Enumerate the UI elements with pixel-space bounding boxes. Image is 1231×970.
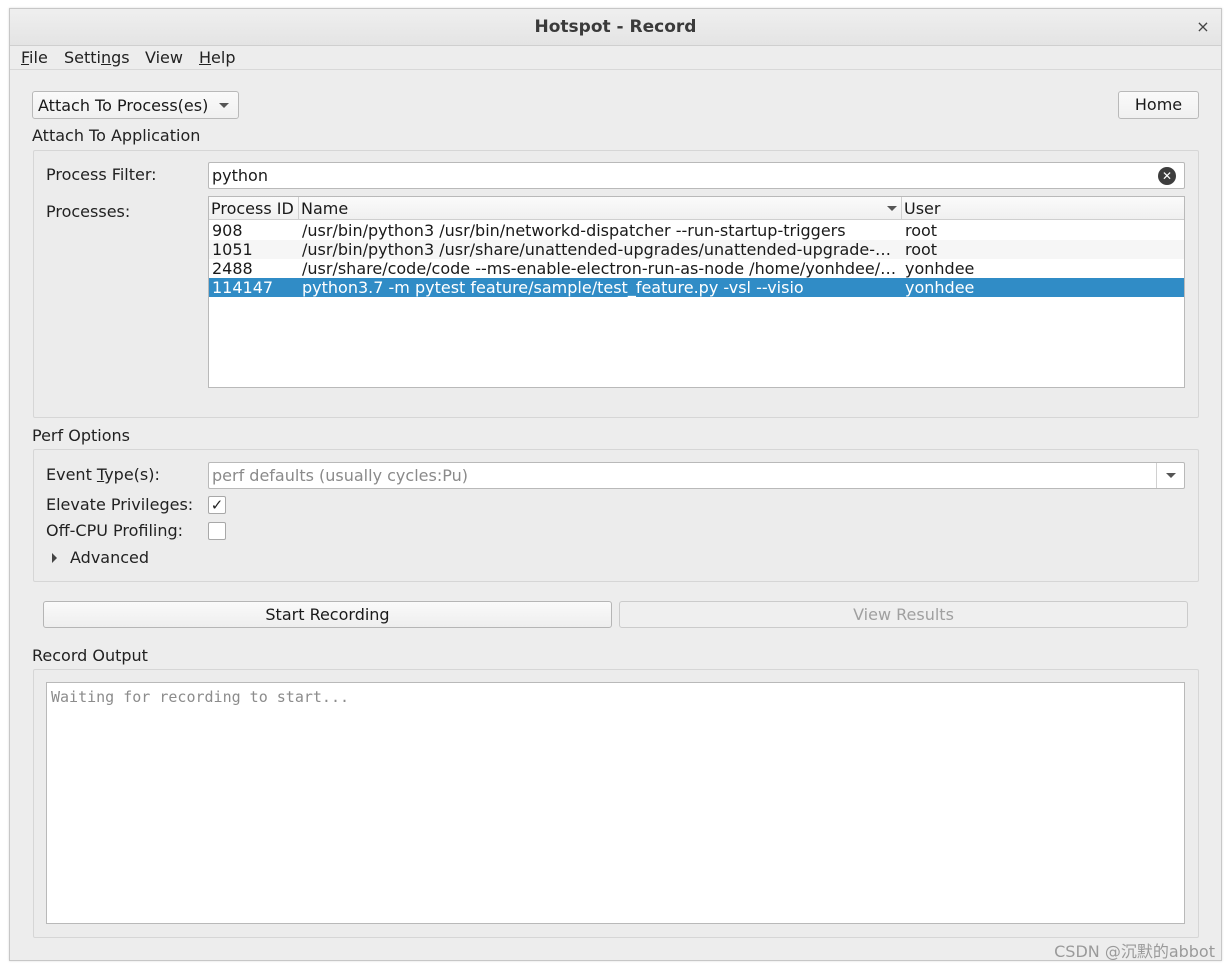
- watermark: CSDN @沉默的abbot: [1054, 942, 1215, 961]
- record-output-textarea[interactable]: Waiting for recording to start...: [46, 682, 1185, 924]
- column-header-pid[interactable]: Process ID: [209, 197, 299, 220]
- expand-arrow-icon[interactable]: [52, 553, 57, 563]
- table-header: Process ID Name User: [209, 197, 1184, 220]
- name-cell: /usr/bin/python3 /usr/bin/networkd-dispa…: [302, 221, 846, 240]
- table-row[interactable]: 1051 /usr/bin/python3 /usr/share/unatten…: [209, 240, 1184, 259]
- pid-cell: 1051: [212, 240, 253, 259]
- title-bar[interactable]: Hotspot - Record ×: [10, 9, 1221, 46]
- start-recording-button[interactable]: Start Recording: [43, 601, 612, 628]
- event-type-select[interactable]: perf defaults (usually cycles:Pu): [208, 462, 1185, 489]
- table-row[interactable]: 2488 /usr/share/code/code --ms-enable-el…: [209, 259, 1184, 278]
- home-button[interactable]: Home: [1118, 91, 1199, 119]
- event-type-label: Event Type(s):: [46, 465, 160, 484]
- record-window: Hotspot - Record × File Settings View He…: [9, 8, 1222, 961]
- record-mode-select[interactable]: Attach To Process(es): [32, 91, 239, 119]
- off-cpu-profiling-checkbox[interactable]: [208, 522, 226, 540]
- chevron-down-icon: [1166, 473, 1176, 478]
- process-table[interactable]: Process ID Name User 908 /usr/bin/python…: [208, 196, 1185, 388]
- menu-view[interactable]: View: [145, 48, 183, 67]
- pid-cell: 908: [212, 221, 243, 240]
- processes-label: Processes:: [46, 202, 131, 221]
- menu-file[interactable]: File: [21, 48, 48, 67]
- view-results-button[interactable]: View Results: [619, 601, 1188, 628]
- menu-bar: File Settings View Help: [10, 46, 1221, 70]
- elevate-privileges-checkbox[interactable]: ✓: [208, 496, 226, 514]
- pid-cell: 2488: [212, 259, 253, 278]
- process-filter-input[interactable]: python ✕: [208, 162, 1185, 189]
- record-output-title: Record Output: [32, 646, 148, 665]
- user-cell: root: [905, 221, 938, 240]
- window-title: Hotspot - Record: [534, 17, 697, 37]
- perf-options-title: Perf Options: [32, 426, 130, 445]
- table-row[interactable]: 908 /usr/bin/python3 /usr/bin/networkd-d…: [209, 221, 1184, 240]
- record-output-placeholder: Waiting for recording to start...: [51, 688, 350, 706]
- name-cell: /usr/share/code/code --ms-enable-electro…: [302, 259, 897, 278]
- chevron-down-icon: [219, 103, 229, 108]
- menu-help[interactable]: Help: [199, 48, 235, 67]
- table-row-selected[interactable]: 114147 python3.7 -m pytest feature/sampl…: [209, 278, 1184, 297]
- event-type-placeholder: perf defaults (usually cycles:Pu): [212, 466, 468, 485]
- advanced-toggle[interactable]: Advanced: [70, 548, 149, 567]
- off-cpu-profiling-label: Off-CPU Profiling:: [46, 521, 184, 540]
- process-filter-value: python: [212, 166, 268, 185]
- name-cell: /usr/bin/python3 /usr/share/unattended-u…: [302, 240, 892, 259]
- close-icon[interactable]: ×: [1193, 17, 1213, 37]
- pid-cell: 114147: [212, 278, 274, 297]
- column-header-user[interactable]: User: [902, 197, 1184, 220]
- menu-settings[interactable]: Settings: [64, 48, 130, 67]
- record-mode-value: Attach To Process(es): [38, 96, 209, 115]
- sort-indicator-icon: [887, 206, 897, 211]
- column-header-name-label: Name: [301, 199, 349, 218]
- column-header-name[interactable]: Name: [299, 197, 902, 220]
- event-type-dropdown[interactable]: [1156, 463, 1184, 488]
- attach-section-title: Attach To Application: [32, 126, 201, 145]
- name-cell: python3.7 -m pytest feature/sample/test_…: [302, 278, 804, 297]
- user-cell: root: [905, 240, 938, 259]
- process-filter-label: Process Filter:: [46, 165, 157, 184]
- checkmark-icon: ✓: [210, 496, 224, 514]
- clear-filter-icon[interactable]: ✕: [1158, 167, 1176, 185]
- user-cell: yonhdee: [905, 278, 975, 297]
- elevate-privileges-label: Elevate Privileges:: [46, 495, 194, 514]
- user-cell: yonhdee: [905, 259, 975, 278]
